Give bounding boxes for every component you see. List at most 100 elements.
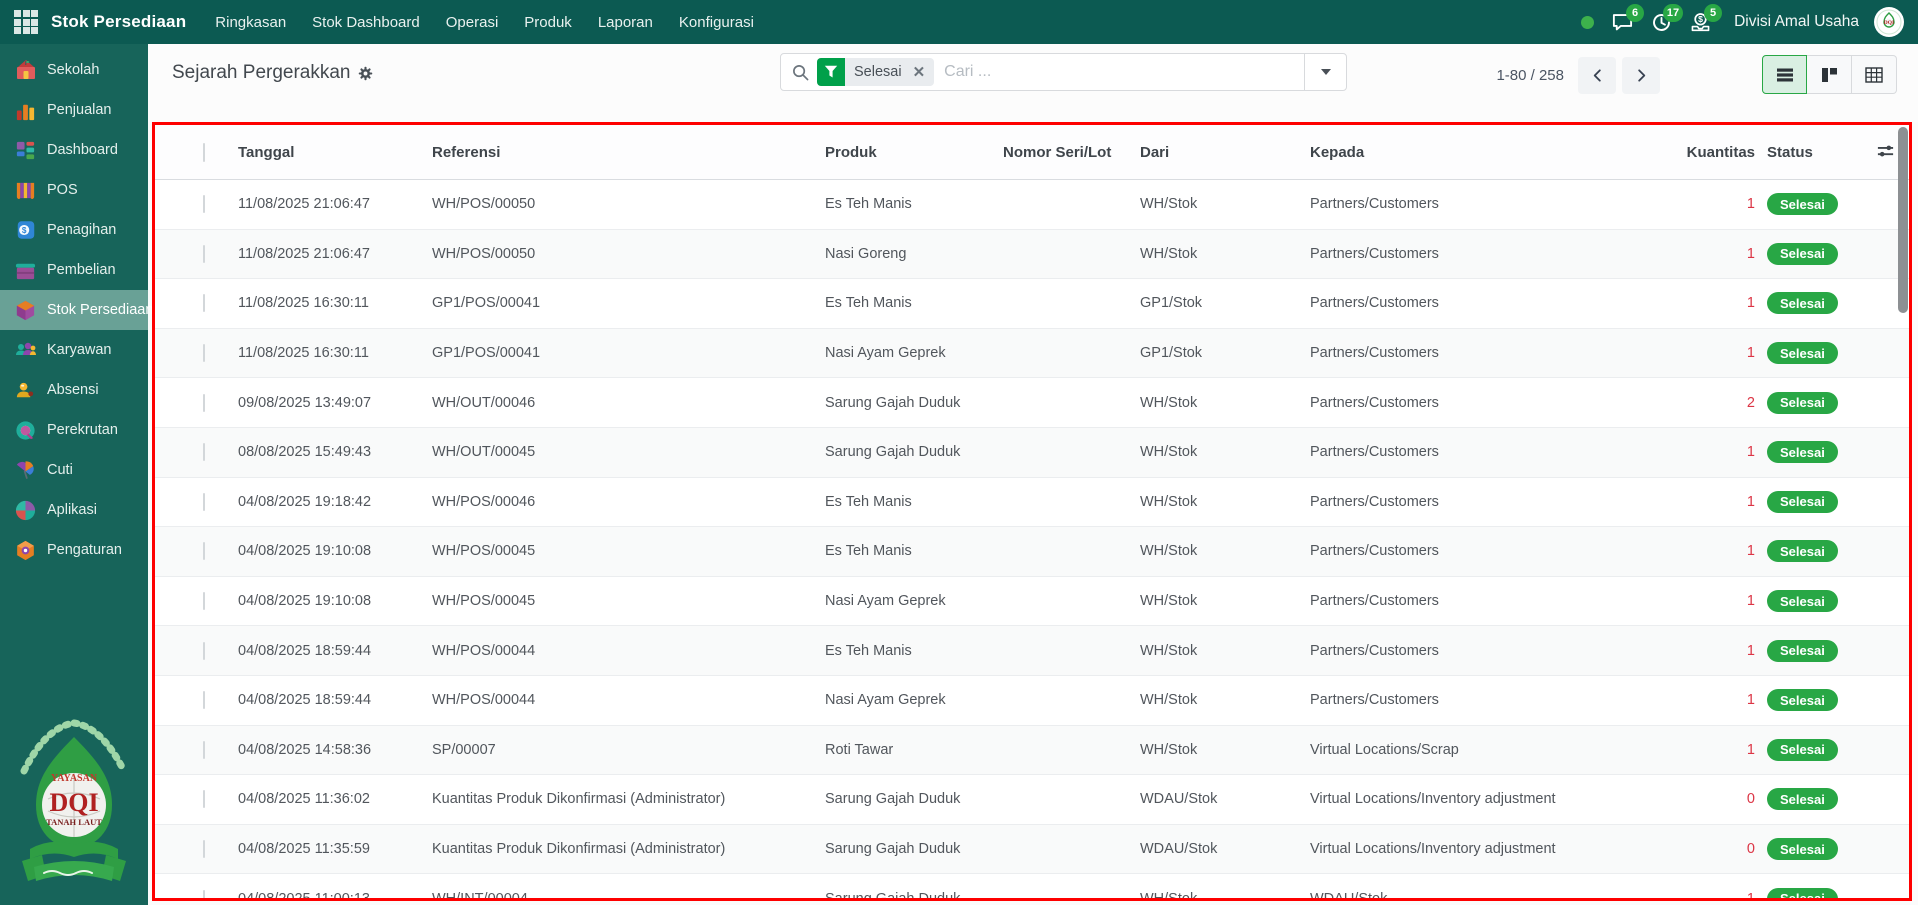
menu-operasi[interactable]: Operasi bbox=[433, 0, 512, 44]
table-row[interactable]: 11/08/2025 21:06:47 WH/POS/00050 Es Teh … bbox=[155, 180, 1909, 230]
row-checkbox[interactable] bbox=[203, 890, 205, 898]
search-input[interactable] bbox=[944, 63, 1304, 81]
row-checkbox[interactable] bbox=[203, 542, 205, 560]
table-row[interactable]: 04/08/2025 11:36:02 Kuantitas Produk Dik… bbox=[155, 775, 1909, 825]
cell-tanggal: 04/08/2025 18:59:44 bbox=[238, 692, 432, 708]
cell-dari: WDAU/Stok bbox=[1140, 841, 1310, 857]
sidebar-item-sekolah[interactable]: Sekolah bbox=[0, 50, 148, 90]
sidebar-item-penagihan[interactable]: $ Penagihan bbox=[0, 210, 148, 250]
row-checkbox[interactable] bbox=[203, 691, 205, 709]
row-checkbox[interactable] bbox=[203, 443, 205, 461]
filter-chip-selesai[interactable]: Selesai ✕ bbox=[817, 58, 934, 86]
cell-kepada: Partners/Customers bbox=[1310, 494, 1685, 510]
cell-produk: Es Teh Manis bbox=[825, 643, 1003, 659]
cell-kuantitas: 1 bbox=[1685, 543, 1755, 559]
table-row[interactable]: 04/08/2025 19:18:42 WH/POS/00046 Es Teh … bbox=[155, 478, 1909, 528]
cell-kepada: Partners/Customers bbox=[1310, 543, 1685, 559]
row-checkbox[interactable] bbox=[203, 493, 205, 511]
app-name[interactable]: Stok Persediaan bbox=[51, 12, 186, 32]
table-row[interactable]: 04/08/2025 19:10:08 WH/POS/00045 Es Teh … bbox=[155, 527, 1909, 577]
user-avatar[interactable]: DQI bbox=[1874, 7, 1904, 37]
sidebar-item-pembelian[interactable]: Pembelian bbox=[0, 250, 148, 290]
sidebar-item-perekrutan[interactable]: Perekrutan bbox=[0, 410, 148, 450]
row-checkbox[interactable] bbox=[203, 840, 205, 858]
menu-stok-dashboard[interactable]: Stok Dashboard bbox=[299, 0, 433, 44]
pager-previous-button[interactable] bbox=[1578, 57, 1616, 94]
school-icon bbox=[13, 58, 38, 83]
column-header-produk[interactable]: Produk bbox=[825, 144, 1003, 161]
sidebar-item-penjualan[interactable]: Penjualan bbox=[0, 90, 148, 130]
sidebar-item-pos[interactable]: POS bbox=[0, 170, 148, 210]
row-checkbox[interactable] bbox=[203, 344, 205, 362]
table-row[interactable]: 08/08/2025 15:49:43 WH/OUT/00045 Sarung … bbox=[155, 428, 1909, 478]
cell-kepada: Partners/Customers bbox=[1310, 246, 1685, 262]
row-checkbox[interactable] bbox=[203, 642, 205, 660]
sidebar-item-karyawan[interactable]: Karyawan bbox=[0, 330, 148, 370]
cell-tanggal: 09/08/2025 13:49:07 bbox=[238, 395, 432, 411]
table-row[interactable]: 04/08/2025 11:00:13 WH/INT/00004 Sarung … bbox=[155, 874, 1909, 898]
cell-produk: Es Teh Manis bbox=[825, 543, 1003, 559]
menu-ringkasan[interactable]: Ringkasan bbox=[202, 0, 299, 44]
menu-produk[interactable]: Produk bbox=[511, 0, 585, 44]
sidebar-item-pengaturan[interactable]: Pengaturan bbox=[0, 530, 148, 570]
column-header-lot[interactable]: Nomor Seri/Lot bbox=[1003, 144, 1140, 161]
table-row[interactable]: 11/08/2025 16:30:11 GP1/POS/00041 Es Teh… bbox=[155, 279, 1909, 329]
column-header-referensi[interactable]: Referensi bbox=[432, 144, 825, 161]
column-header-dari[interactable]: Dari bbox=[1140, 144, 1310, 161]
column-header-kepada[interactable]: Kepada bbox=[1310, 144, 1685, 161]
cell-kuantitas: 1 bbox=[1685, 246, 1755, 262]
cell-dari: WH/Stok bbox=[1140, 692, 1310, 708]
cell-referensi: WH/POS/00044 bbox=[432, 692, 825, 708]
row-checkbox[interactable] bbox=[203, 195, 205, 213]
row-checkbox[interactable] bbox=[203, 245, 205, 263]
kanban-view-button[interactable] bbox=[1807, 55, 1852, 94]
row-checkbox[interactable] bbox=[203, 592, 205, 610]
company-switcher[interactable]: Divisi Amal Usaha bbox=[1734, 13, 1859, 31]
table-row[interactable]: 04/08/2025 18:59:44 WH/POS/00044 Es Teh … bbox=[155, 626, 1909, 676]
table-row[interactable]: 04/08/2025 19:10:08 WH/POS/00045 Nasi Ay… bbox=[155, 577, 1909, 627]
optional-columns-button[interactable] bbox=[1876, 142, 1895, 165]
pager-next-button[interactable] bbox=[1622, 57, 1660, 94]
table-row[interactable]: 11/08/2025 21:06:47 WH/POS/00050 Nasi Go… bbox=[155, 230, 1909, 280]
avatar-logo-icon: DQI bbox=[1876, 9, 1902, 35]
table-row[interactable]: 04/08/2025 11:35:59 Kuantitas Produk Dik… bbox=[155, 825, 1909, 875]
menu-laporan[interactable]: Laporan bbox=[585, 0, 666, 44]
cell-referensi: GP1/POS/00041 bbox=[432, 295, 825, 311]
cell-kuantitas: 0 bbox=[1685, 791, 1755, 807]
requests-button[interactable]: $ 5 bbox=[1685, 7, 1715, 37]
table-row[interactable]: 04/08/2025 18:59:44 WH/POS/00044 Nasi Ay… bbox=[155, 676, 1909, 726]
select-all-checkbox[interactable] bbox=[203, 143, 205, 162]
row-checkbox[interactable] bbox=[203, 790, 205, 808]
sidebar-item-stok-persediaan[interactable]: Stok Persediaan bbox=[0, 290, 148, 330]
cell-referensi: WH/OUT/00046 bbox=[432, 395, 825, 411]
row-checkbox[interactable] bbox=[203, 294, 205, 312]
messages-button[interactable]: 6 bbox=[1607, 7, 1637, 37]
activities-button[interactable]: 17 bbox=[1646, 7, 1676, 37]
sidebar-item-dashboard[interactable]: Dashboard bbox=[0, 130, 148, 170]
column-header-kuantitas[interactable]: Kuantitas bbox=[1685, 144, 1755, 161]
table-row[interactable]: 09/08/2025 13:49:07 WH/OUT/00046 Sarung … bbox=[155, 378, 1909, 428]
cell-dari: WH/Stok bbox=[1140, 643, 1310, 659]
sidebar-item-label: Aplikasi bbox=[47, 502, 97, 518]
apps-menu-icon[interactable] bbox=[14, 10, 38, 34]
cell-dari: WH/Stok bbox=[1140, 444, 1310, 460]
row-checkbox[interactable] bbox=[203, 394, 205, 412]
cell-dari: WH/Stok bbox=[1140, 742, 1310, 758]
vertical-scrollbar[interactable] bbox=[1898, 127, 1908, 313]
cell-kepada: Partners/Customers bbox=[1310, 444, 1685, 460]
table-row[interactable]: 11/08/2025 16:30:11 GP1/POS/00041 Nasi A… bbox=[155, 329, 1909, 379]
view-gear-button[interactable] bbox=[358, 66, 373, 81]
column-header-tanggal[interactable]: Tanggal bbox=[238, 144, 432, 161]
list-view-button[interactable] bbox=[1762, 55, 1807, 94]
search-dropdown-toggle[interactable] bbox=[1304, 54, 1346, 90]
status-badge: Selesai bbox=[1767, 888, 1838, 898]
sidebar-item-aplikasi[interactable]: Aplikasi bbox=[0, 490, 148, 530]
filter-remove-icon[interactable]: ✕ bbox=[911, 63, 935, 81]
row-checkbox[interactable] bbox=[203, 741, 205, 759]
table-row[interactable]: 04/08/2025 14:58:36 SP/00007 Roti Tawar … bbox=[155, 726, 1909, 776]
menu-konfigurasi[interactable]: Konfigurasi bbox=[666, 0, 767, 44]
sidebar-item-absensi[interactable]: Absensi bbox=[0, 370, 148, 410]
sidebar-item-cuti[interactable]: Cuti bbox=[0, 450, 148, 490]
cell-tanggal: 04/08/2025 19:10:08 bbox=[238, 543, 432, 559]
pivot-view-button[interactable] bbox=[1852, 55, 1897, 94]
